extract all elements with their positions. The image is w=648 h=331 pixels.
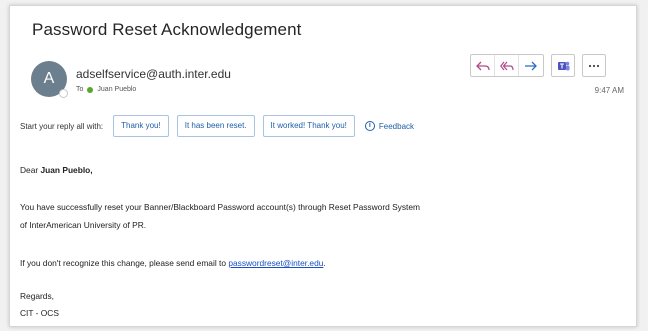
reply-all-button[interactable]: [495, 55, 519, 76]
reply-icon: [475, 61, 490, 70]
greeting-prefix: Dear: [20, 165, 41, 175]
reply-button[interactable]: [471, 55, 495, 76]
suggested-reply-button[interactable]: It has been reset.: [176, 115, 255, 137]
body-text: If you don't recognize this change, plea…: [20, 258, 229, 268]
recipient-name[interactable]: Juan Pueblo: [97, 86, 136, 93]
teams-button[interactable]: [551, 54, 575, 77]
recipient-presence-icon: [87, 86, 94, 93]
email-subject: Password Reset Acknowledgement: [32, 20, 302, 39]
teams-icon: [557, 61, 569, 70]
more-actions-button[interactable]: [582, 54, 606, 77]
more-icon: [588, 64, 600, 67]
info-icon: i: [364, 121, 375, 131]
signature-line: Regards,: [20, 291, 54, 301]
signature-line: CIT - OCS: [20, 308, 59, 318]
feedback-link[interactable]: i Feedback: [364, 121, 415, 131]
suggested-replies-label: Start your reply all with:: [20, 121, 104, 131]
body-text: .: [323, 258, 326, 268]
reply-button-group: [470, 54, 544, 77]
reply-all-icon: [499, 61, 514, 70]
email-link[interactable]: passwordreset@inter.edu: [228, 258, 323, 268]
recipient-line: To Juan Pueblo: [76, 86, 136, 93]
forward-icon: [525, 61, 537, 70]
greeting-name: Juan Pueblo,: [40, 165, 93, 175]
email-reading-pane: Password Reset Acknowledgement A adselfs…: [9, 5, 637, 327]
body-line: If you don't recognize this change, plea…: [20, 258, 326, 268]
feedback-label: Feedback: [378, 121, 415, 131]
suggested-reply-button[interactable]: It worked! Thank you!: [262, 115, 355, 137]
greeting: Dear Juan Pueblo,: [20, 165, 93, 175]
to-label: To: [76, 86, 84, 93]
suggested-replies: Start your reply all with: Thank you! It…: [20, 114, 414, 138]
received-time: 9:47 AM: [594, 86, 624, 95]
forward-button[interactable]: [519, 55, 543, 76]
suggested-reply-button[interactable]: Thank you!: [113, 115, 169, 137]
sender-address[interactable]: adselfservice@auth.inter.edu: [76, 67, 231, 81]
body-line: of InterAmerican University of PR.: [20, 220, 147, 230]
message-toolbar: [470, 54, 606, 77]
body-line: You have successfully reset your Banner/…: [20, 202, 421, 212]
presence-status-icon: [59, 89, 68, 98]
